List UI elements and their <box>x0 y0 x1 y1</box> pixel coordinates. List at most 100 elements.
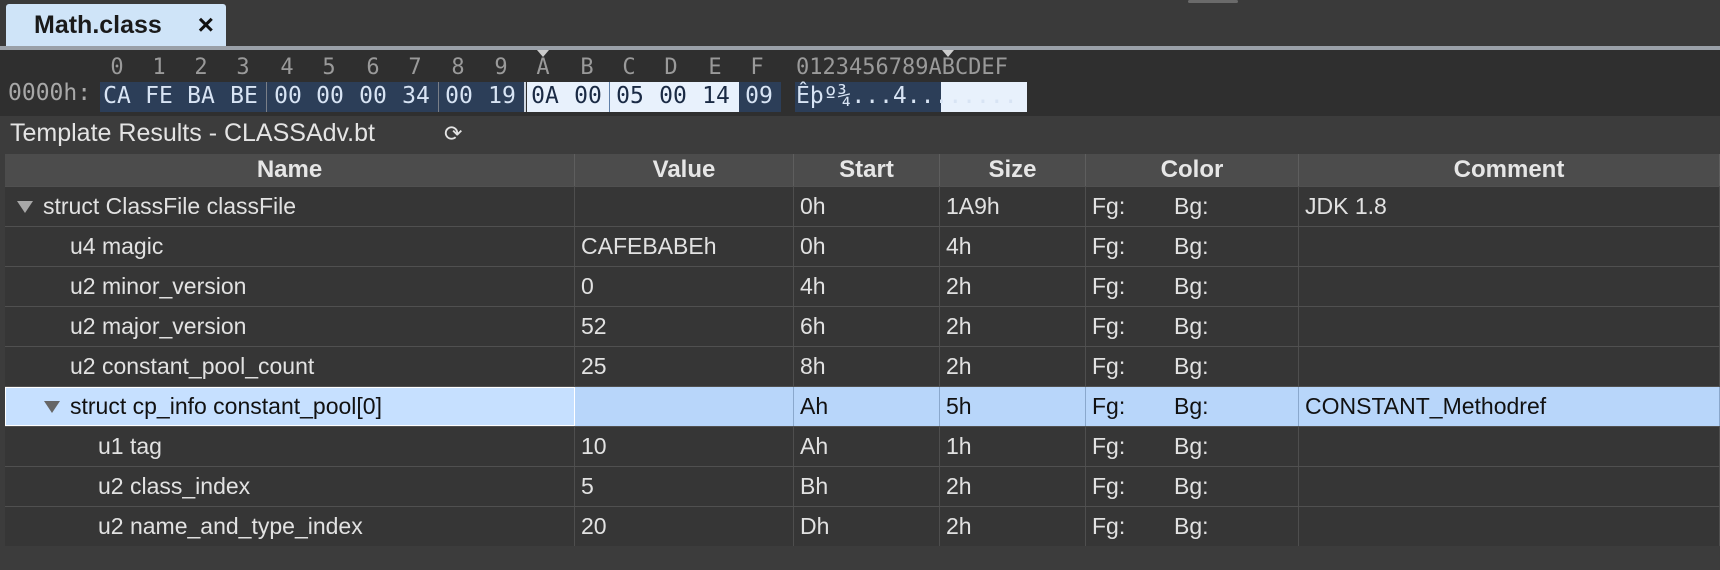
hex-byte[interactable]: BA <box>185 83 217 109</box>
cell-comment: CONSTANT_Methodref <box>1299 387 1720 426</box>
window-handle <box>1188 0 1238 3</box>
hex-col-label: 5 <box>322 55 336 80</box>
bg-label: Bg: <box>1174 233 1209 259</box>
bg-label: Bg: <box>1174 513 1209 539</box>
hex-byte[interactable]: 00 <box>657 83 689 109</box>
hex-byte[interactable]: 00 <box>443 83 475 109</box>
cell-value: 5 <box>575 467 794 506</box>
refresh-icon[interactable]: ⟳ <box>444 121 462 147</box>
cell-color[interactable]: Fg: Bg: <box>1086 427 1299 466</box>
cell-comment <box>1299 227 1720 266</box>
results-title: Template Results - CLASSAdv.bt <box>10 119 375 147</box>
cell-start: Dh <box>794 507 940 546</box>
cell-name: struct ClassFile classFile <box>5 187 575 226</box>
cell-start: 8h <box>794 347 940 386</box>
cell-name: u1 tag <box>5 427 575 466</box>
hex-view[interactable]: 0 1 2 3 4 5 6 7 8 9 A B C D E F 01234567… <box>0 50 1720 116</box>
hex-byte[interactable]: 14 <box>700 83 732 109</box>
hex-divider <box>524 82 526 112</box>
column-header-name[interactable]: Name <box>5 154 575 186</box>
hex-col-label: 8 <box>451 55 465 80</box>
cell-size: 1A9h <box>940 187 1086 226</box>
cell-size: 2h <box>940 467 1086 506</box>
hex-byte[interactable]: 0A <box>529 83 561 109</box>
hex-byte[interactable]: CA <box>101 83 133 109</box>
cell-value <box>575 387 794 426</box>
cell-comment <box>1299 267 1720 306</box>
column-header-size[interactable]: Size <box>940 154 1086 186</box>
hex-byte[interactable]: 00 <box>314 83 346 109</box>
cell-comment <box>1299 467 1720 506</box>
hex-byte[interactable]: 00 <box>572 83 604 109</box>
hex-byte[interactable]: 34 <box>400 83 432 109</box>
table-row[interactable]: u2 major_version 52 6h 2h Fg: Bg: <box>5 306 1720 346</box>
bg-label: Bg: <box>1174 273 1209 299</box>
hex-byte[interactable]: 00 <box>272 83 304 109</box>
hex-col-label: 4 <box>280 55 294 80</box>
hex-divider <box>266 82 267 112</box>
hex-byte[interactable]: FE <box>143 83 175 109</box>
cell-color[interactable]: Fg: Bg: <box>1086 467 1299 506</box>
hex-col-label: 0 <box>110 55 124 80</box>
hex-byte[interactable]: BE <box>228 83 260 109</box>
fg-label: Fg: <box>1092 273 1126 299</box>
column-header-comment[interactable]: Comment <box>1299 154 1720 186</box>
hex-address: 0000h: <box>8 80 92 106</box>
fg-label: Fg: <box>1092 313 1126 339</box>
cell-start: 4h <box>794 267 940 306</box>
cell-color[interactable]: Fg: Bg: <box>1086 307 1299 346</box>
cell-size: 5h <box>940 387 1086 426</box>
table-row[interactable]: u2 name_and_type_index 20 Dh 2h Fg: Bg: <box>5 506 1720 546</box>
column-header-start[interactable]: Start <box>794 154 940 186</box>
cell-color[interactable]: Fg: Bg: <box>1086 187 1299 226</box>
table-row[interactable]: u2 constant_pool_count 25 8h 2h Fg: Bg: <box>5 346 1720 386</box>
hex-col-label: E <box>708 55 722 80</box>
ascii-text[interactable]: Êþº¾...4........ <box>796 83 1018 109</box>
cell-size: 2h <box>940 507 1086 546</box>
cell-color[interactable]: Fg: Bg: <box>1086 347 1299 386</box>
bg-label: Bg: <box>1174 433 1209 459</box>
ascii-column-header: 0123456789ABCDEF <box>796 55 1008 80</box>
table-row[interactable]: u2 class_index 5 Bh 2h Fg: Bg: <box>5 466 1720 506</box>
expand-triangle-icon[interactable] <box>44 400 60 413</box>
hex-col-label: C <box>622 55 636 80</box>
fg-label: Fg: <box>1092 233 1126 259</box>
caret-marker <box>942 50 954 57</box>
hex-byte[interactable]: 19 <box>486 83 518 109</box>
table-row[interactable]: u4 magic CAFEBABEh 0h 4h Fg: Bg: <box>5 226 1720 266</box>
hex-divider <box>609 82 610 112</box>
expand-triangle-icon[interactable] <box>17 200 33 213</box>
close-icon[interactable]: × <box>198 9 214 41</box>
cell-start: Ah <box>794 387 940 426</box>
hex-byte[interactable]: 00 <box>357 83 389 109</box>
cell-size: 2h <box>940 347 1086 386</box>
cell-comment <box>1299 507 1720 546</box>
cell-comment <box>1299 347 1720 386</box>
cell-color[interactable]: Fg: Bg: <box>1086 227 1299 266</box>
hex-col-label: 3 <box>236 55 250 80</box>
cell-start: 6h <box>794 307 940 346</box>
cell-color[interactable]: Fg: Bg: <box>1086 387 1299 426</box>
column-header-color[interactable]: Color <box>1086 154 1299 186</box>
table-row[interactable]: u1 tag 10 Ah 1h Fg: Bg: <box>5 426 1720 466</box>
hex-byte[interactable]: 05 <box>614 83 646 109</box>
fg-label: Fg: <box>1092 473 1126 499</box>
tab-bar: Math.class × <box>0 0 1720 46</box>
table-row[interactable]: struct ClassFile classFile 0h 1A9h Fg: Bg… <box>5 186 1720 226</box>
tab-title: Math.class <box>34 10 162 39</box>
cell-value: 25 <box>575 347 794 386</box>
cell-name: u2 class_index <box>5 467 575 506</box>
fg-label: Fg: <box>1092 433 1126 459</box>
cell-color[interactable]: Fg: Bg: <box>1086 507 1299 546</box>
cell-name: u2 constant_pool_count <box>5 347 575 386</box>
hex-col-label: 2 <box>194 55 208 80</box>
tab-math-class[interactable]: Math.class × <box>6 4 226 46</box>
cell-color[interactable]: Fg: Bg: <box>1086 267 1299 306</box>
hex-byte[interactable]: 09 <box>743 83 775 109</box>
hex-col-label: 6 <box>366 55 380 80</box>
table-row[interactable]: u2 minor_version 0 4h 2h Fg: Bg: <box>5 266 1720 306</box>
table-row-selected[interactable]: struct cp_info constant_pool[0] Ah 5h Fg… <box>5 386 1720 426</box>
column-header-value[interactable]: Value <box>575 154 794 186</box>
cell-name: struct cp_info constant_pool[0] <box>5 387 575 426</box>
cell-value: 20 <box>575 507 794 546</box>
